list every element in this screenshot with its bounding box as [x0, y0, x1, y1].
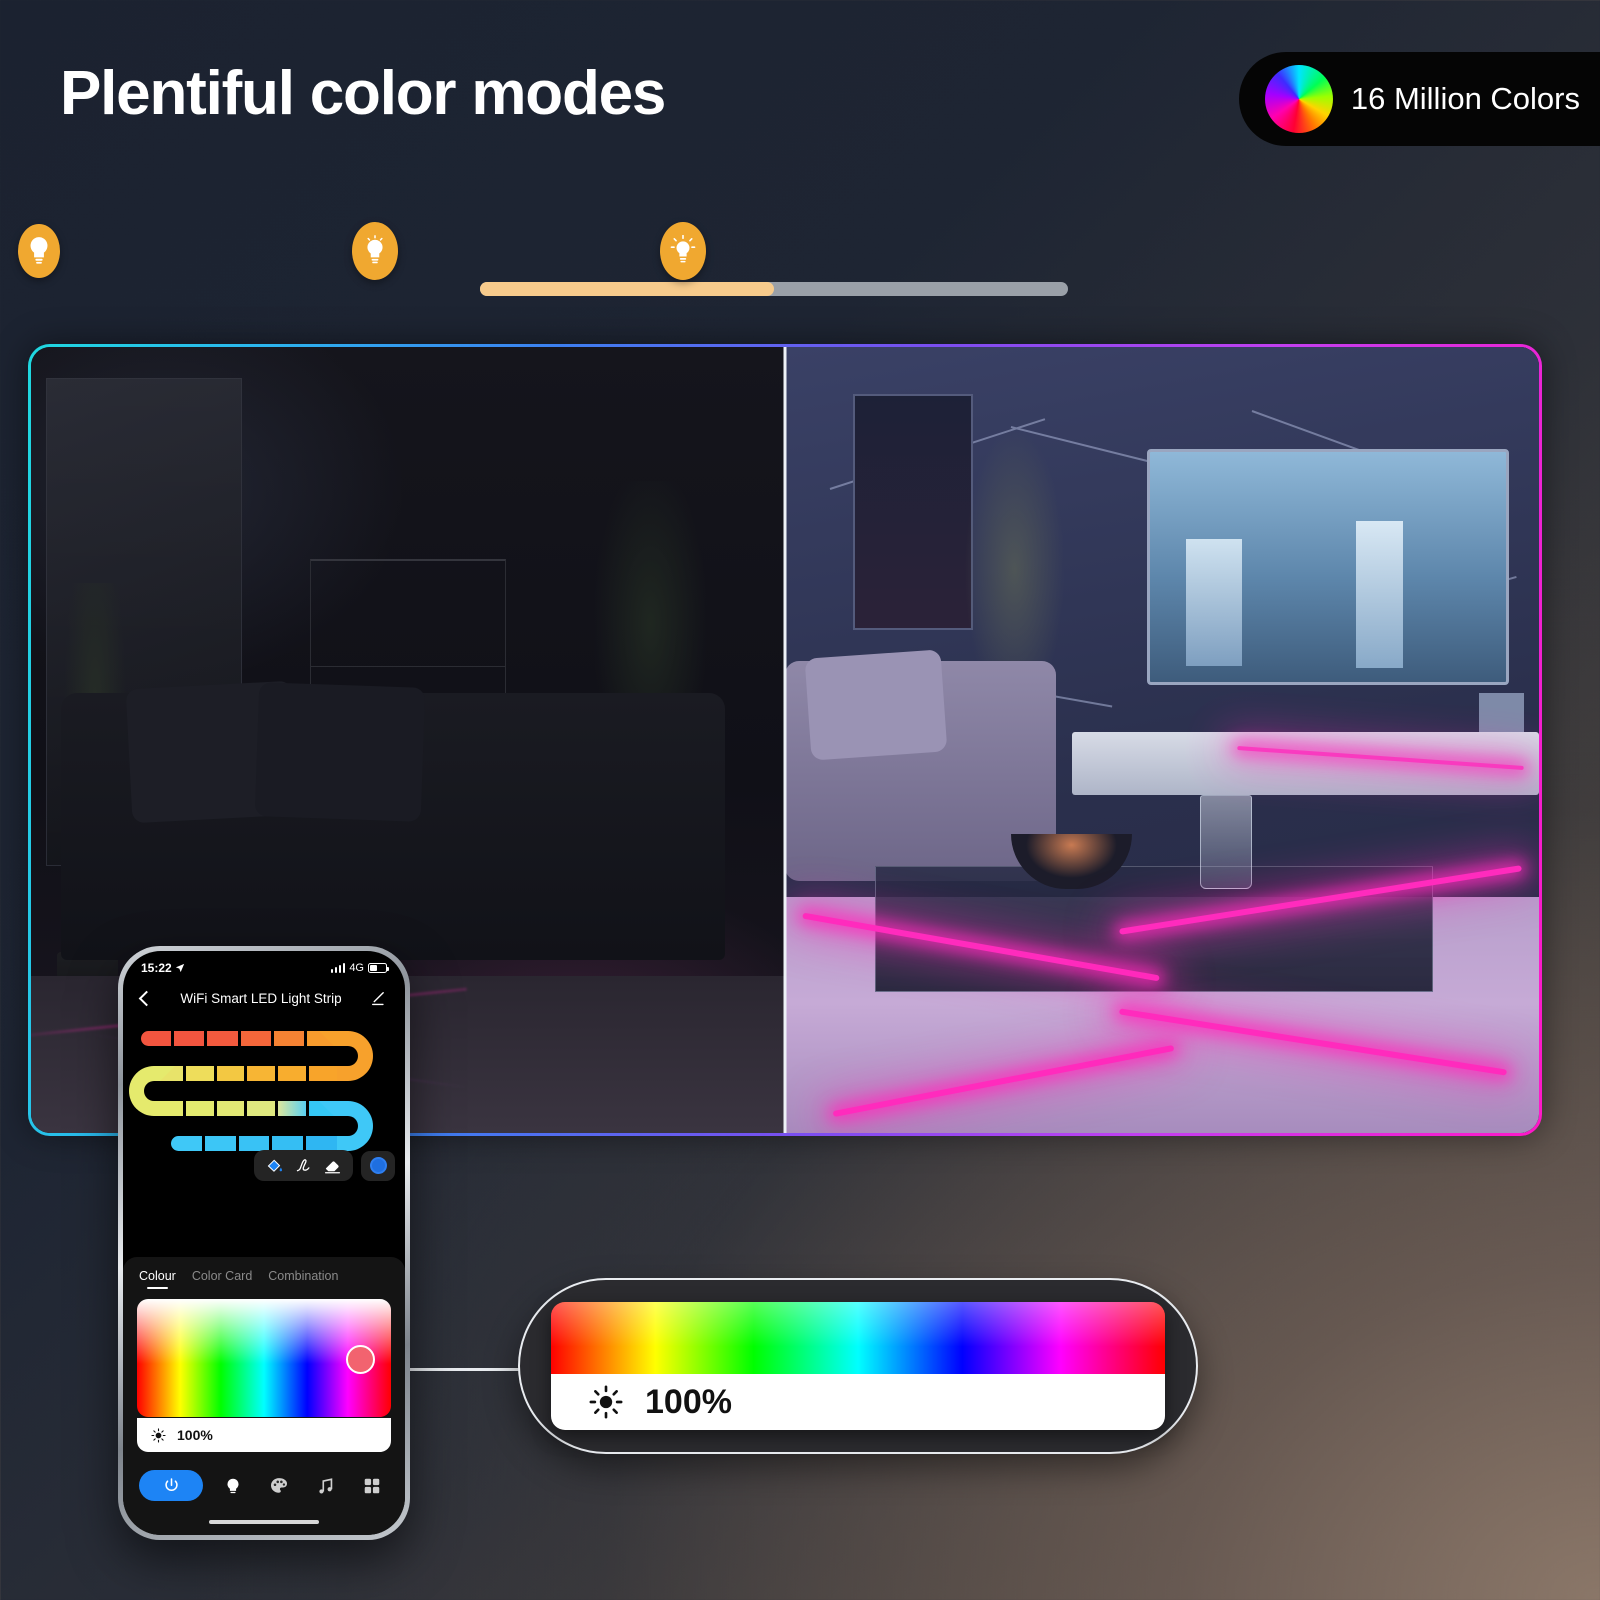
cushion [804, 648, 947, 761]
callout-brightness-value: 100% [645, 1382, 732, 1421]
phone-bottom-nav[interactable] [123, 1470, 405, 1501]
brush-icon[interactable] [294, 1156, 313, 1175]
led-strip-row[interactable] [155, 1066, 337, 1081]
color-count-label: 16 Million Colors [1350, 81, 1580, 116]
led-strip-row[interactable] [155, 1101, 337, 1116]
sun-icon [589, 1385, 623, 1419]
grid-icon[interactable] [355, 1471, 389, 1501]
eraser-icon[interactable] [323, 1156, 342, 1175]
color-picker-handle[interactable] [346, 1345, 375, 1374]
color-panel: Colour Color Card Combination 100% [123, 1257, 405, 1535]
tab-color-card[interactable]: Color Card [192, 1269, 252, 1289]
bulb-icon[interactable] [216, 1471, 250, 1501]
music-note-icon[interactable] [309, 1471, 343, 1501]
phone-brightness-value: 100% [177, 1427, 213, 1443]
color-spectrum-magnified [551, 1302, 1165, 1374]
brightness-slider[interactable]: 1% 100% [420, 232, 1140, 532]
bulb-icon [18, 224, 60, 278]
cushion [254, 682, 426, 822]
page-title: Plentiful color modes [60, 59, 666, 128]
led-strip-row[interactable] [141, 1031, 338, 1046]
home-indicator [209, 1520, 319, 1524]
color-wheel-icon [1264, 65, 1333, 133]
paint-bucket-icon[interactable] [265, 1156, 284, 1175]
tab-colour[interactable]: Colour [139, 1269, 176, 1289]
callout-brightness-row: 100% [551, 1374, 1165, 1430]
color-count-badge: 16 Million Colors [1238, 52, 1600, 146]
brightness-callout: 100% [518, 1278, 1198, 1454]
tab-combination[interactable]: Combination [268, 1269, 338, 1289]
sun-icon [151, 1427, 166, 1443]
status-time: 15:22 [141, 961, 172, 975]
phone-brightness-bar[interactable]: 100% [137, 1418, 391, 1452]
pencil-icon[interactable] [370, 990, 387, 1007]
phone-notch [205, 951, 323, 974]
color-circle-icon[interactable] [361, 1150, 395, 1181]
bulb-bright-icon [660, 222, 706, 280]
slider-track[interactable] [480, 282, 1068, 296]
app-title: WiFi Smart LED Light Strip [180, 991, 342, 1006]
television [1146, 449, 1509, 685]
palette-icon[interactable] [262, 1471, 296, 1501]
phone-app-bar: WiFi Smart LED Light Strip [123, 981, 405, 1019]
led-strip-canvas[interactable] [123, 1019, 405, 1187]
signal-bars-icon [330, 963, 346, 973]
location-arrow-icon [175, 963, 184, 973]
chevron-left-icon[interactable] [138, 990, 155, 1007]
network-type: 4G [349, 962, 364, 974]
color-picker-field[interactable] [137, 1299, 391, 1417]
led-strip-row[interactable] [171, 1136, 337, 1151]
scene-lights-on [785, 347, 1539, 1133]
color-tabs[interactable]: Colour Color Card Combination [137, 1269, 391, 1289]
slider-fill [480, 282, 774, 296]
slider-handle-bulb-icon[interactable] [352, 222, 398, 280]
battery-icon [368, 963, 389, 973]
power-button[interactable] [139, 1470, 203, 1501]
before-after-divider [783, 347, 787, 1133]
phone-mockup: 15:22 4G WiFi Smart LED Light Strip Colo… [118, 946, 410, 1540]
draw-toolbar[interactable] [254, 1150, 395, 1181]
decor-lantern [1199, 795, 1253, 890]
